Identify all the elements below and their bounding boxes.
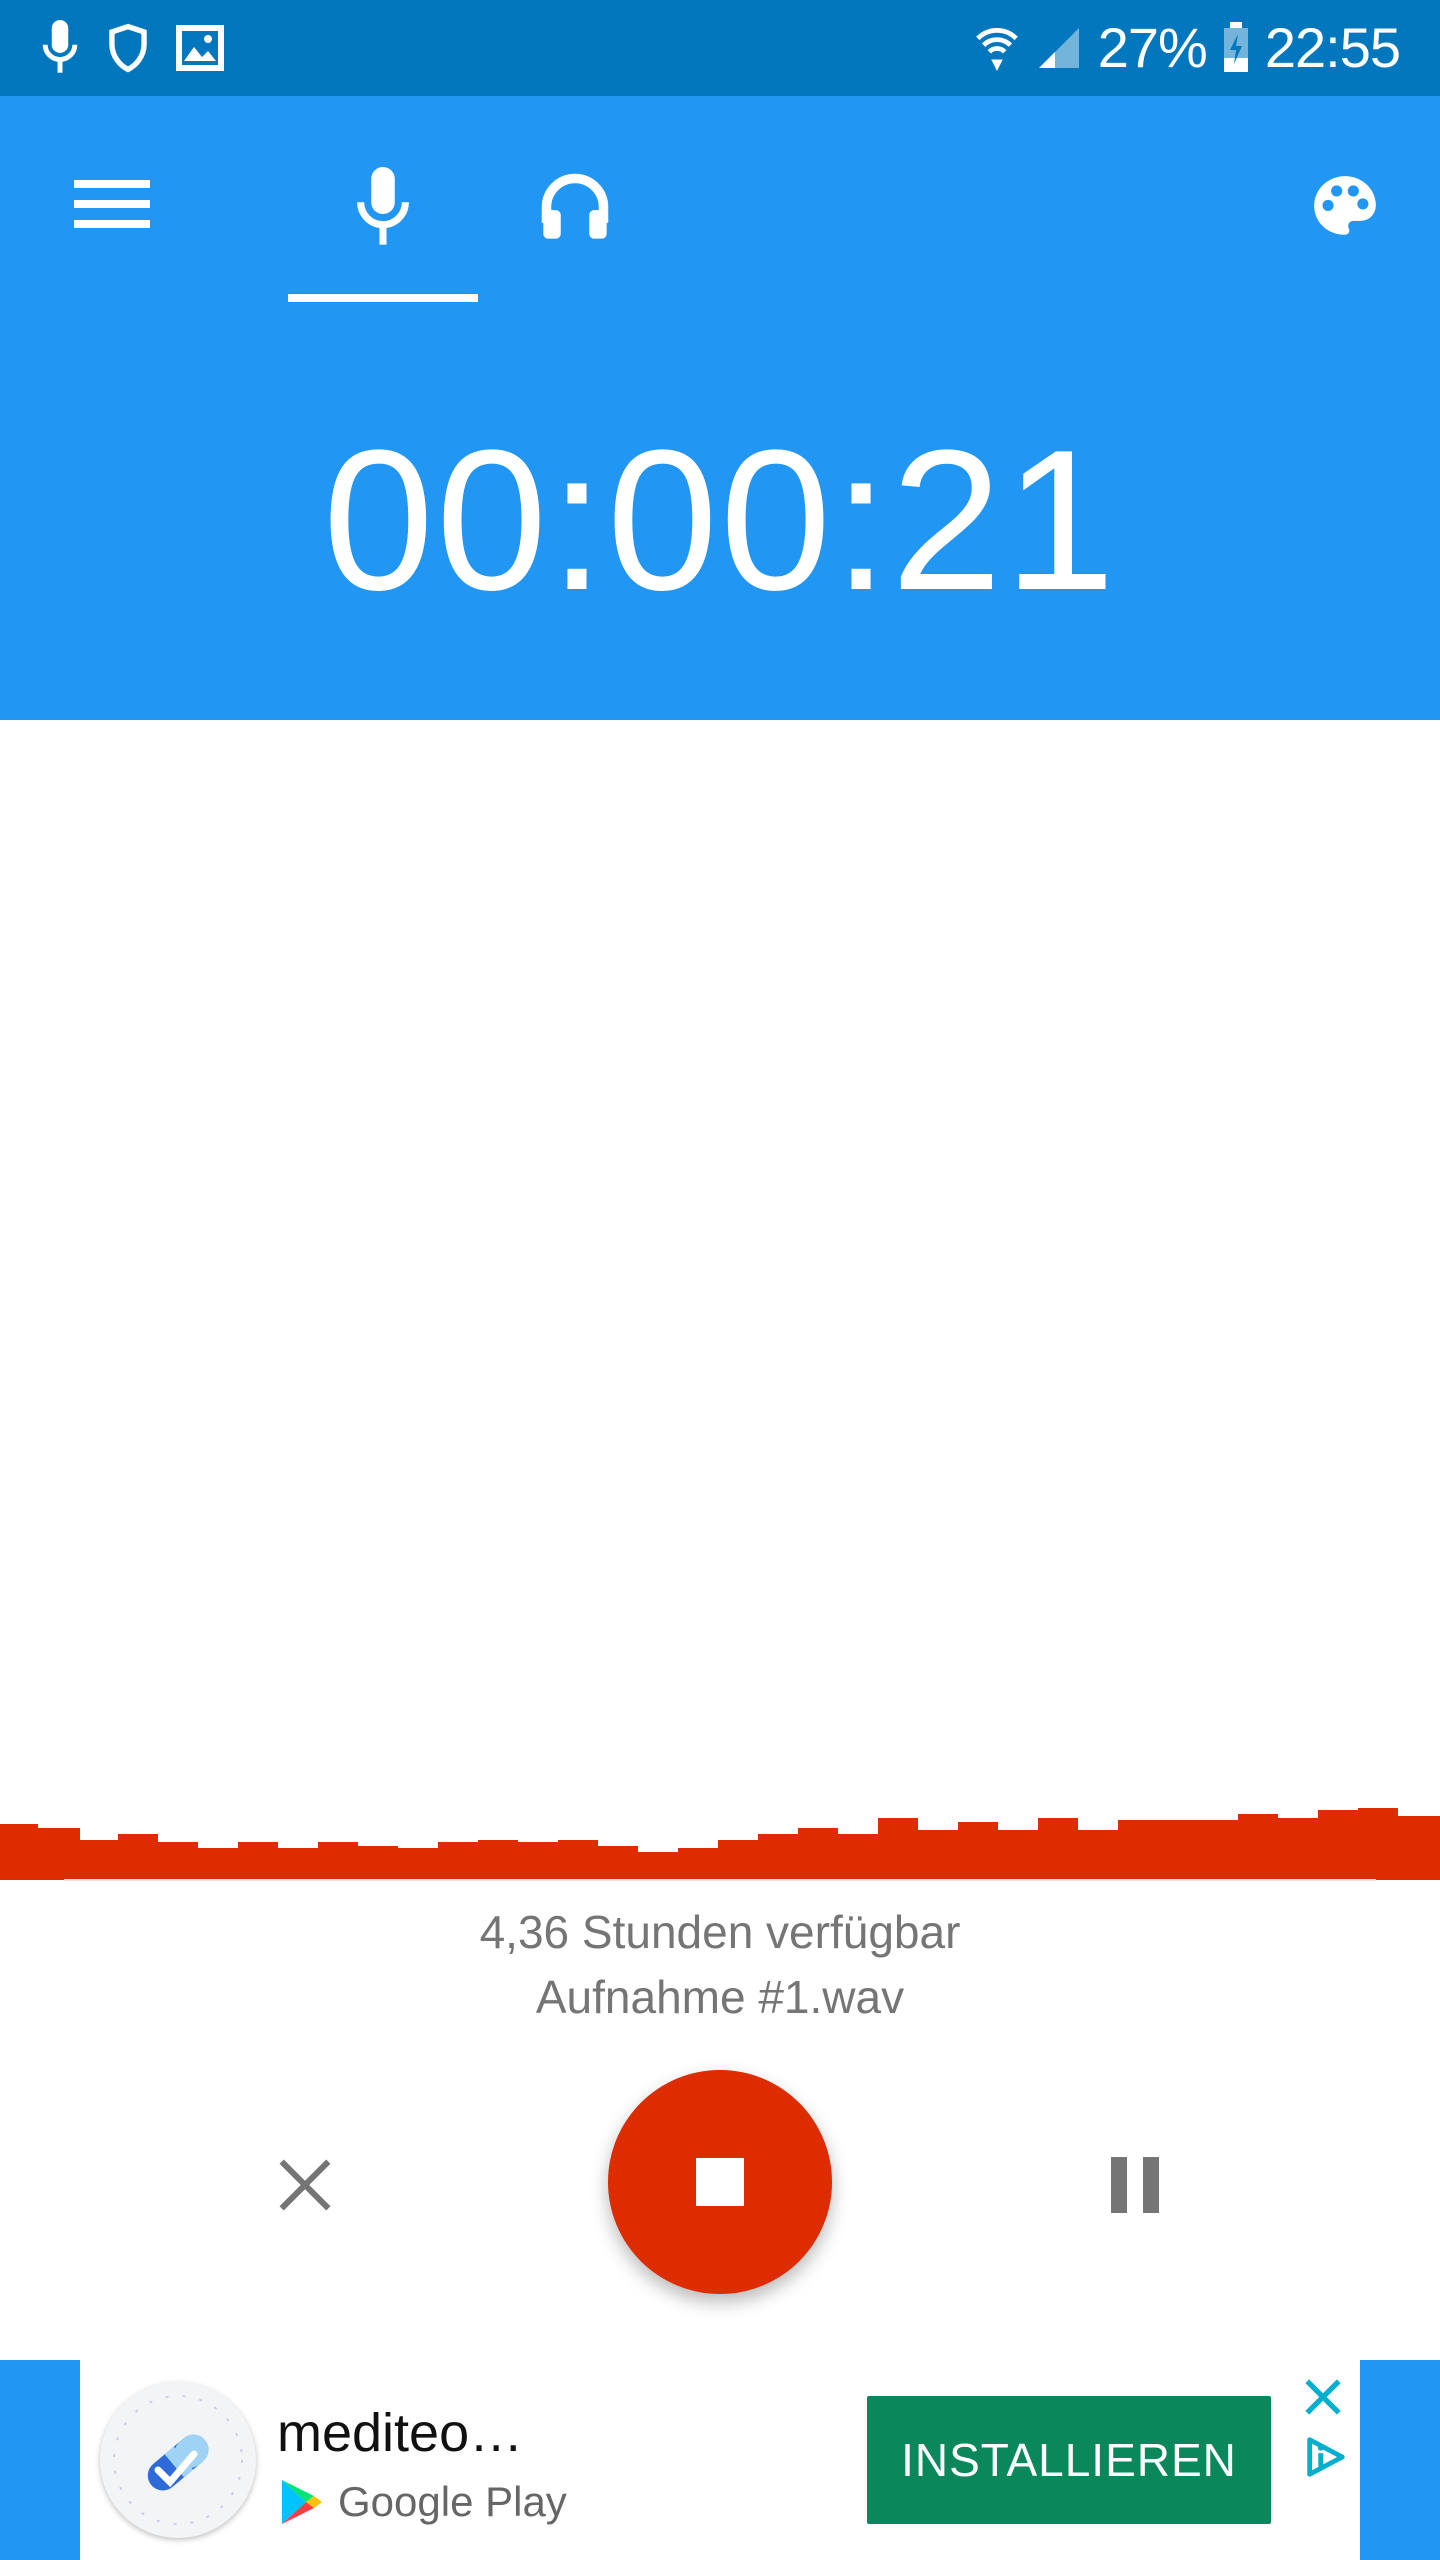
- tab-playback[interactable]: [520, 152, 630, 262]
- cancel-recording-button[interactable]: [250, 2130, 360, 2240]
- hamburger-menu-icon: [74, 180, 150, 228]
- audio-waveform: [0, 1808, 1440, 1880]
- palette-icon: [1314, 176, 1376, 235]
- shield-notification-icon: [109, 23, 147, 73]
- ad-content[interactable]: mediteo… Google Play INSTALLIEREN: [80, 2360, 1360, 2560]
- ad-banner: mediteo… Google Play INSTALLIEREN: [0, 2360, 1440, 2560]
- pill-icon: [113, 2395, 243, 2525]
- ad-choices-button[interactable]: [1302, 2434, 1348, 2485]
- clock: 22:55: [1264, 16, 1401, 79]
- close-icon: [279, 2159, 331, 2211]
- recording-timer: 00:00:21: [322, 409, 1118, 632]
- image-notification-icon: [176, 25, 224, 71]
- waveform-levels: [0, 1808, 1440, 1880]
- ad-title: mediteo…: [277, 2403, 524, 2463]
- battery-percentage: 27%: [1097, 16, 1208, 79]
- microphone-icon: [357, 167, 409, 245]
- selected-tab-indicator: [288, 294, 478, 302]
- tab-record[interactable]: [288, 152, 478, 262]
- app-logo: [100, 2382, 256, 2538]
- available-time-label: 4,36 Stunden verfügbar: [479, 1906, 961, 1958]
- pause-icon: [1111, 2157, 1159, 2213]
- headphones-icon: [541, 173, 609, 239]
- cellular-signal-icon: [1038, 28, 1079, 68]
- wifi-icon: [975, 27, 1018, 71]
- microphone-notification-icon: [42, 20, 78, 73]
- close-icon: [1305, 2379, 1341, 2415]
- stop-icon: [696, 2158, 744, 2206]
- menu-button[interactable]: [60, 152, 164, 256]
- ad-store-label: Google Play: [338, 2478, 567, 2525]
- ad-store: Google Play: [280, 2478, 567, 2526]
- notification-icons: [40, 20, 224, 76]
- system-indicators: 27% 22:55: [974, 14, 1401, 82]
- adchoices-icon: [1307, 2437, 1345, 2477]
- stop-recording-button[interactable]: [608, 2070, 832, 2294]
- ad-close-button[interactable]: [1302, 2376, 1344, 2423]
- waveform-baseline: [64, 1879, 1376, 1881]
- google-play-icon: [282, 2480, 322, 2524]
- app-bar: 00:00:21: [0, 96, 1440, 720]
- status-bar: 27% 22:55: [0, 0, 1440, 96]
- theme-button[interactable]: [1290, 152, 1400, 262]
- recording-filename: Aufnahme #1.wav: [535, 1971, 905, 2023]
- install-button[interactable]: INSTALLIEREN: [867, 2396, 1271, 2524]
- pause-recording-button[interactable]: [1080, 2130, 1190, 2240]
- battery-charging-icon: [1223, 22, 1248, 72]
